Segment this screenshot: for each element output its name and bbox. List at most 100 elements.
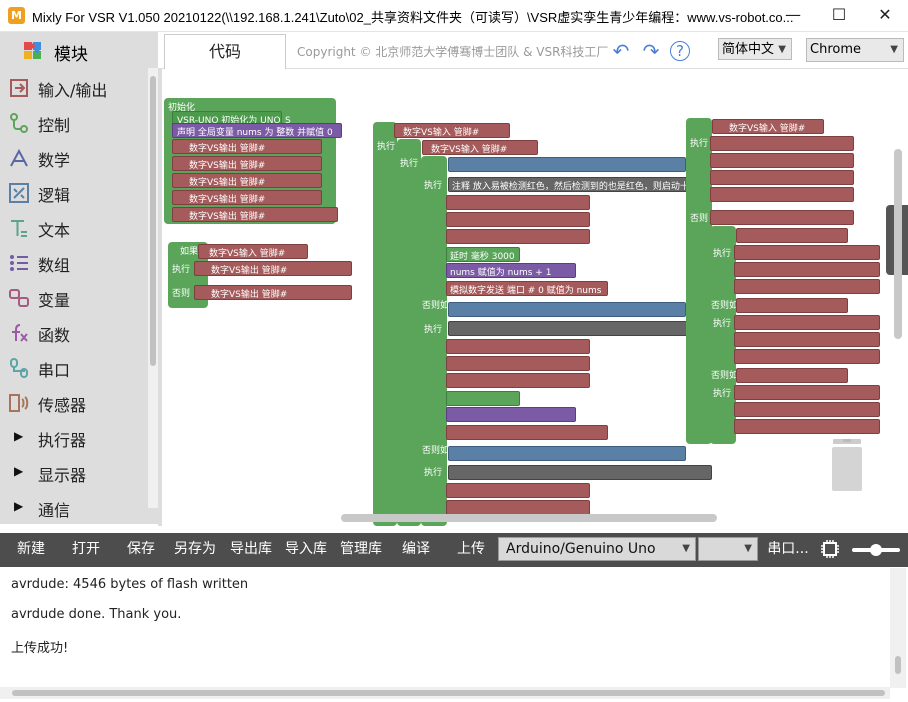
- close-button[interactable]: ✕: [862, 0, 908, 31]
- digital-write-block[interactable]: [446, 500, 590, 515]
- save-button[interactable]: 保存: [120, 533, 162, 567]
- minimize-button[interactable]: —: [770, 0, 816, 31]
- if-elseif-block[interactable]: 执行 否则如果 执行 否则如果 执行: [710, 226, 747, 444]
- digital-read-block[interactable]: 数字VS输入 管脚#: [422, 140, 538, 155]
- category-logic[interactable]: 逻辑: [0, 175, 148, 210]
- redo-icon[interactable]: ↷: [640, 40, 662, 62]
- digital-read-block[interactable]: 数字VS输入 管脚#: [712, 119, 824, 134]
- category-sensor[interactable]: 传感器: [0, 385, 148, 420]
- compare-block[interactable]: [448, 302, 686, 317]
- comment-block[interactable]: [448, 465, 712, 480]
- open-button[interactable]: 打开: [65, 533, 107, 567]
- digital-write-block[interactable]: [446, 339, 590, 354]
- port-select[interactable]: ▼: [698, 537, 758, 561]
- digital-write-block[interactable]: 数字VS输出 管脚#: [194, 285, 352, 300]
- digital-write-block[interactable]: [734, 402, 880, 417]
- category-list[interactable]: 数组: [0, 245, 148, 280]
- workspace-horizontal-scrollbar[interactable]: [341, 514, 717, 522]
- comment-block[interactable]: [448, 321, 688, 336]
- digital-read-block[interactable]: 数字VS输入 管脚#: [394, 123, 510, 138]
- digital-read-block[interactable]: 数字VS输入 管脚#: [198, 244, 308, 259]
- serial-monitor-button[interactable]: 串口...: [766, 533, 810, 567]
- chevron-down-icon: ▼: [744, 543, 752, 554]
- delay-block[interactable]: [446, 391, 520, 406]
- digital-read-block[interactable]: [736, 228, 848, 243]
- digital-write-block[interactable]: [734, 279, 880, 294]
- sidebar-scroll-thumb[interactable]: [150, 76, 156, 366]
- digital-write-block[interactable]: 数字VS输出 管脚#: [172, 190, 322, 205]
- blockly-workspace[interactable]: 初始化 VSR-UNO 初始化为 UNO_S 声明 全局变量 nums 为 整数…: [158, 69, 908, 526]
- save-as-button[interactable]: 另存为: [172, 533, 218, 567]
- digital-read-block[interactable]: [736, 368, 848, 383]
- console-scroll-thumb[interactable]: [895, 656, 901, 674]
- digital-write-block[interactable]: [734, 332, 880, 347]
- compare-block[interactable]: [448, 446, 686, 461]
- trash-icon[interactable]: [829, 439, 865, 491]
- digital-write-block[interactable]: [446, 212, 590, 227]
- digital-write-block[interactable]: [446, 483, 590, 498]
- declare-block[interactable]: 声明 全局变量 nums 为 整数 并赋值 0: [172, 123, 342, 138]
- language-select[interactable]: 简体中文 ▼: [718, 38, 792, 60]
- digital-write-block[interactable]: [710, 210, 854, 225]
- digital-write-block[interactable]: 数字VS输出 管脚#: [172, 156, 322, 171]
- assign-block[interactable]: nums 赋值为 nums + 1: [446, 263, 576, 278]
- undo-icon[interactable]: ↶: [610, 40, 632, 62]
- digital-write-block[interactable]: [710, 187, 854, 202]
- new-button[interactable]: 新建: [10, 533, 52, 567]
- if-block[interactable]: 执行: [373, 122, 397, 526]
- manage-library-button[interactable]: 管理库: [337, 533, 385, 567]
- category-display[interactable]: ▶ 显示器: [0, 455, 148, 490]
- digital-write-block[interactable]: [446, 373, 590, 388]
- digital-write-block[interactable]: [734, 262, 880, 277]
- category-io[interactable]: 输入/输出: [0, 70, 148, 105]
- help-icon[interactable]: ?: [670, 41, 690, 61]
- digital-write-block[interactable]: [446, 229, 590, 244]
- import-library-button[interactable]: 导入库: [282, 533, 330, 567]
- digital-write-block[interactable]: [446, 356, 590, 371]
- serial-send-block[interactable]: 模拟数字发送 端口 # 0 赋值为 nums: [446, 281, 608, 296]
- category-function[interactable]: 函数: [0, 315, 148, 350]
- if-block[interactable]: 执行: [397, 139, 421, 526]
- digital-write-block[interactable]: [710, 153, 854, 168]
- category-control[interactable]: 控制: [0, 105, 148, 140]
- category-communication[interactable]: ▶ 通信: [0, 490, 148, 525]
- then-label: 执行: [690, 139, 709, 149]
- maximize-button[interactable]: ☐: [816, 0, 862, 31]
- zoom-slider[interactable]: [850, 542, 902, 558]
- digital-write-block[interactable]: [734, 315, 880, 330]
- comment-block[interactable]: 注释 放入易被检测红色，然后检测到的也是红色，则启动十字路亮绿，分拣数量加1: [448, 177, 785, 192]
- digital-write-block[interactable]: 数字VS输出 管脚#: [194, 261, 352, 276]
- digital-write-block[interactable]: [734, 245, 880, 260]
- if-else-block[interactable]: 执行 否则: [686, 118, 712, 444]
- delay-block[interactable]: 延时 毫秒 3000: [446, 247, 520, 262]
- digital-write-block[interactable]: [446, 195, 590, 210]
- digital-write-block[interactable]: [734, 419, 880, 434]
- serial-send-block[interactable]: [446, 425, 608, 440]
- digital-write-block[interactable]: [710, 136, 854, 151]
- digital-write-block[interactable]: 数字VS输出 管脚#: [172, 173, 322, 188]
- category-variable[interactable]: 变量: [0, 280, 148, 315]
- digital-write-block[interactable]: 数字VS输出 管脚#: [172, 207, 338, 222]
- chip-icon[interactable]: [820, 539, 840, 559]
- digital-write-block[interactable]: [734, 385, 880, 400]
- digital-read-block[interactable]: [736, 298, 848, 313]
- setup-block[interactable]: 初始化 VSR-UNO 初始化为 UNO_S 声明 全局变量 nums 为 整数…: [164, 98, 342, 224]
- console-hscroll-thumb[interactable]: [12, 690, 885, 696]
- upload-button[interactable]: 上传: [450, 533, 492, 567]
- board-select[interactable]: Arduino/Genuino Uno ▼: [498, 537, 696, 561]
- category-actuator[interactable]: ▶ 执行器: [0, 420, 148, 455]
- compile-button[interactable]: 编译: [395, 533, 437, 567]
- tab-code[interactable]: 代码: [164, 34, 286, 69]
- category-serial[interactable]: 串口: [0, 350, 148, 385]
- compare-block[interactable]: [448, 157, 686, 172]
- browser-select[interactable]: Chrome ▼: [806, 38, 904, 62]
- digital-write-block[interactable]: 数字VS输出 管脚#: [172, 139, 322, 154]
- export-library-button[interactable]: 导出库: [227, 533, 275, 567]
- category-text[interactable]: 文本: [0, 210, 148, 245]
- digital-write-block[interactable]: [734, 349, 880, 364]
- if-elseif-block[interactable]: 执行 否则如果 执行 否则如果 执行: [421, 156, 458, 526]
- workspace-vertical-scrollbar[interactable]: [894, 149, 902, 339]
- assign-block[interactable]: [446, 407, 576, 422]
- category-math[interactable]: 数学: [0, 140, 148, 175]
- digital-write-block[interactable]: [710, 170, 854, 185]
